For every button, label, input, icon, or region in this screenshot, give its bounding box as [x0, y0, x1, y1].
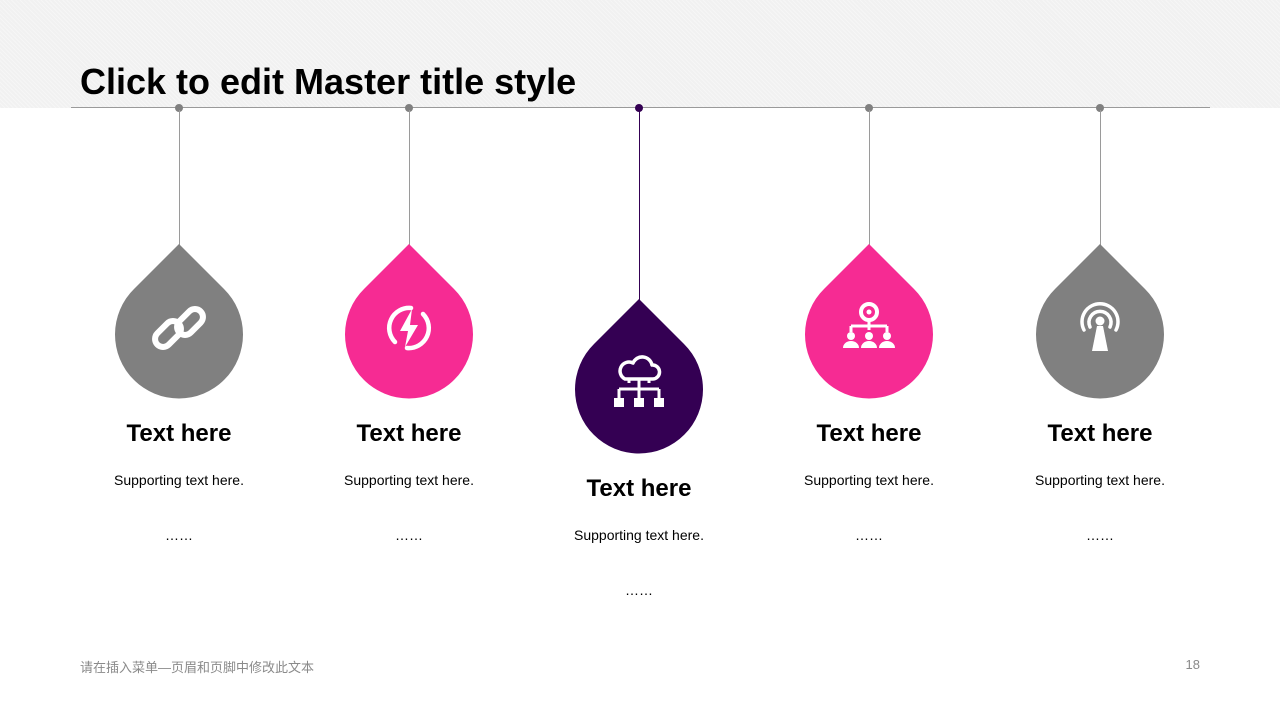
- item-heading[interactable]: Text here: [1000, 420, 1200, 448]
- footer-text[interactable]: 请在插入菜单—页眉和页脚中修改此文本: [80, 657, 314, 676]
- slide-title[interactable]: Click to edit Master title style: [80, 60, 576, 104]
- item-ellipsis[interactable]: ……: [539, 581, 739, 599]
- drop-shape: [115, 244, 243, 400]
- page-number: 18: [1185, 657, 1200, 672]
- item-supporting-text[interactable]: Supporting text here.: [539, 526, 739, 544]
- cloud-network-icon: [609, 353, 669, 413]
- drop-shape: [345, 244, 473, 400]
- item-supporting-text[interactable]: Supporting text here.: [309, 471, 509, 489]
- item-supporting-text[interactable]: Supporting text here.: [79, 471, 279, 489]
- item-supporting-text[interactable]: Supporting text here.: [769, 471, 969, 489]
- lightning-icon: [379, 298, 439, 358]
- item-ellipsis[interactable]: ……: [1000, 526, 1200, 544]
- broadcast-tower-icon: [1070, 298, 1130, 358]
- hanging-string: [1099, 110, 1101, 246]
- drop-shape: [805, 244, 933, 400]
- item-ellipsis[interactable]: ……: [79, 526, 279, 544]
- drop-shape: [575, 299, 703, 455]
- item-heading[interactable]: Text here: [769, 420, 969, 448]
- item-supporting-text[interactable]: Supporting text here.: [1000, 471, 1200, 489]
- hanging-string: [868, 110, 870, 246]
- hanging-item-lightning: Text here Supporting text here. ……: [309, 104, 509, 604]
- item-heading[interactable]: Text here: [79, 420, 279, 448]
- hanging-string: [638, 110, 640, 302]
- hanging-item-cloud-network: Text here Supporting text here. ……: [539, 104, 739, 604]
- item-ellipsis[interactable]: ……: [309, 526, 509, 544]
- team-hierarchy-icon: [839, 298, 899, 358]
- hanging-item-link: Text here Supporting text here. ……: [79, 104, 279, 604]
- drop-shape: [1036, 244, 1164, 400]
- hanging-item-team-hierarchy: Text here Supporting text here. ……: [769, 104, 969, 604]
- hanging-string: [408, 110, 410, 246]
- item-heading[interactable]: Text here: [309, 420, 509, 448]
- hanging-string: [178, 110, 180, 246]
- item-ellipsis[interactable]: ……: [769, 526, 969, 544]
- hanging-item-broadcast: Text here Supporting text here. ……: [1000, 104, 1200, 604]
- link-icon: [149, 298, 209, 358]
- item-heading[interactable]: Text here: [539, 475, 739, 503]
